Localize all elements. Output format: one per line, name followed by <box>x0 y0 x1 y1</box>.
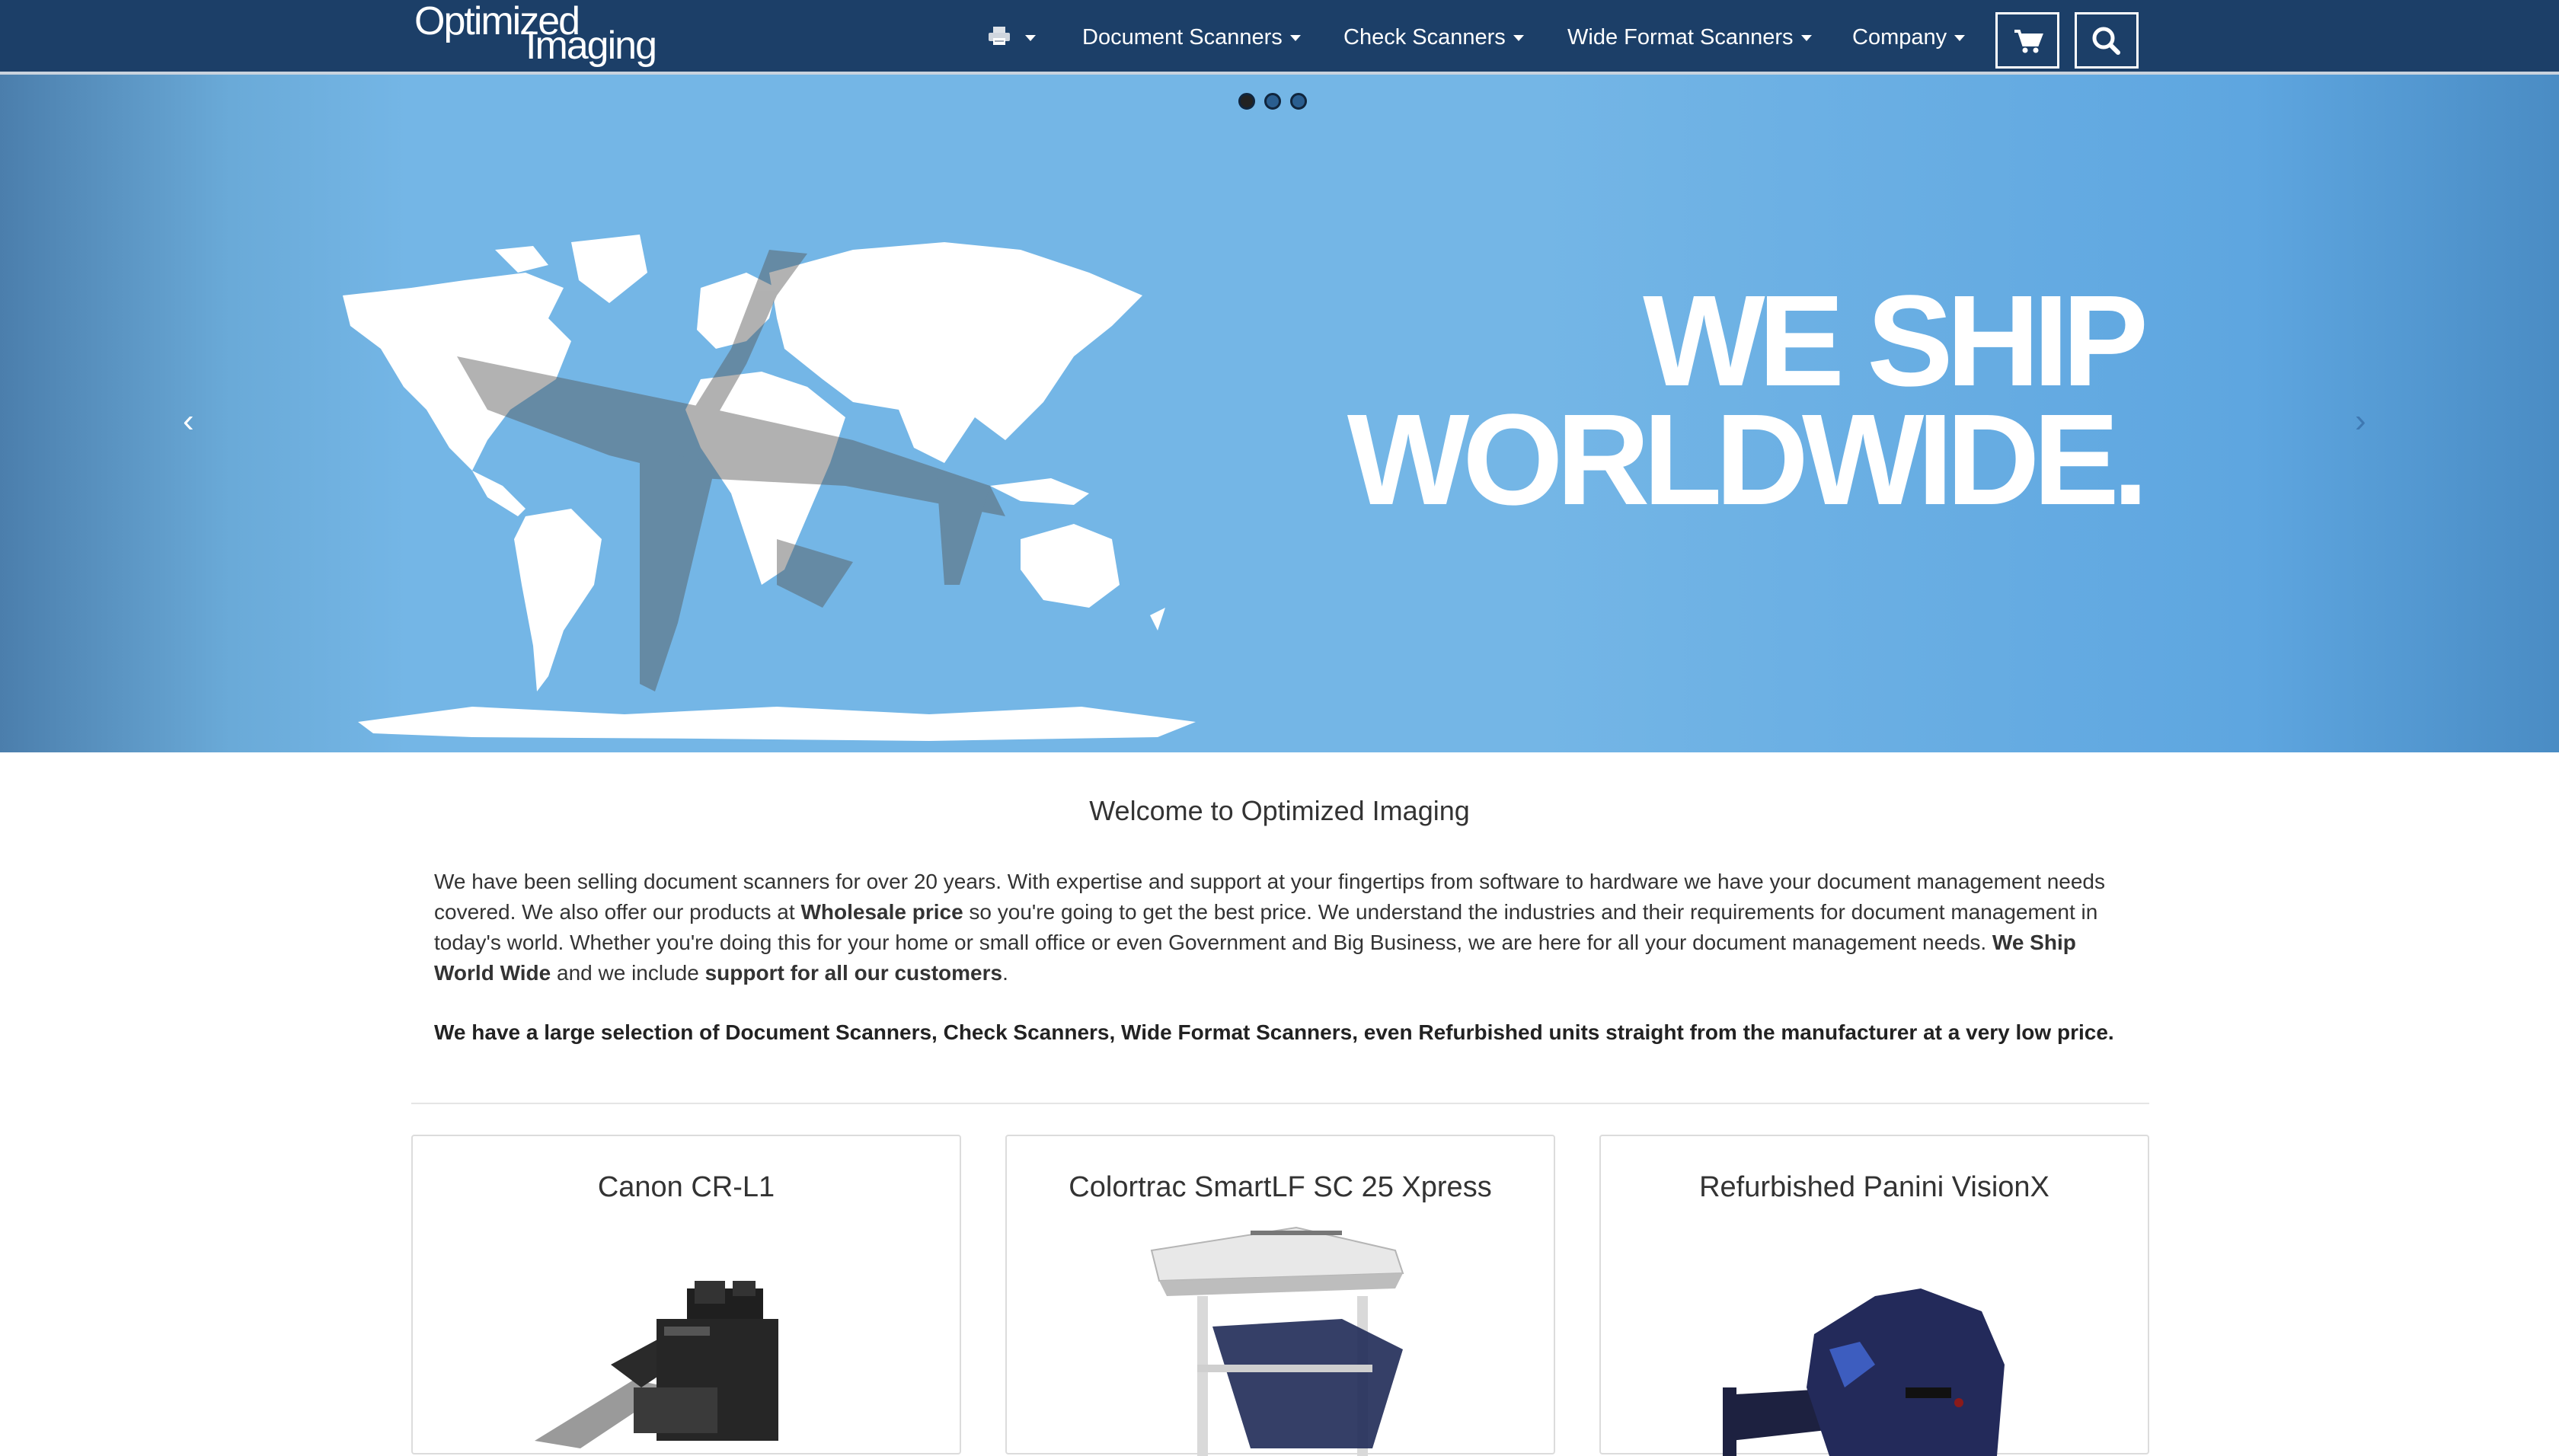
printer-menu[interactable] <box>987 0 1037 72</box>
nav-check-scanners[interactable]: Check Scanners <box>1343 0 1524 72</box>
search-icon <box>2092 27 2120 55</box>
selection-paragraph: We have a large selection of Document Sc… <box>434 1020 2114 1044</box>
nav-label: Wide Format Scanners <box>1567 25 1794 49</box>
hero-headline-line2: WORLDWIDE. <box>1347 388 2148 532</box>
product-image-panini-visionx[interactable] <box>1601 1136 2148 1456</box>
intro-text-bold: support for all our customers <box>704 961 1003 985</box>
top-navbar: Optimized Imaging Document Scanners Chec… <box>0 0 2559 75</box>
chevron-down-icon <box>1954 35 1966 42</box>
hero-carousel: ‹ › WE SHIP WORLDWIDE. <box>0 75 2559 752</box>
hero-headline: WE SHIP WORLDWIDE. <box>1347 269 2148 532</box>
chevron-down-icon <box>1289 35 1301 42</box>
site-logo[interactable]: Optimized Imaging <box>414 0 673 72</box>
cart-button[interactable] <box>1995 12 2059 69</box>
cart-icon <box>2014 30 2043 53</box>
carousel-dot-2[interactable] <box>1264 93 1281 110</box>
carousel-prev-arrow[interactable]: ‹ <box>183 402 194 440</box>
carousel-dot-1[interactable] <box>1238 93 1255 110</box>
hero-headline-line1: WE SHIP <box>1643 269 2148 413</box>
product-image-canon-cr-l1[interactable] <box>413 1136 960 1456</box>
chevron-down-icon <box>1025 35 1037 42</box>
section-divider <box>411 1103 2149 1104</box>
nav-label: Company <box>1852 25 1947 49</box>
chevron-down-icon <box>1800 35 1812 42</box>
intro-paragraph: We have been selling document scanners f… <box>434 867 2134 988</box>
carousel-next-arrow[interactable]: › <box>2355 402 2366 440</box>
world-map-image <box>343 235 1196 741</box>
nav-document-scanners[interactable]: Document Scanners <box>1082 0 1301 72</box>
product-card[interactable]: Colortrac SmartLF SC 25 Xpress <box>1005 1135 1555 1456</box>
welcome-heading: Welcome to Optimized Imaging <box>1089 795 1470 826</box>
product-card[interactable]: Canon CR-L1 <box>411 1135 961 1454</box>
product-image-colortrac-smartlf[interactable] <box>1007 1136 1554 1456</box>
product-card[interactable]: Refurbished Panini VisionX <box>1599 1135 2149 1456</box>
intro-text-bold: Wholesale price <box>800 900 963 924</box>
intro-text: . <box>1002 961 1008 985</box>
nav-label: Document Scanners <box>1082 25 1283 49</box>
chevron-down-icon <box>1513 35 1524 42</box>
printer-icon <box>989 27 1010 46</box>
nav-wide-format-scanners[interactable]: Wide Format Scanners <box>1567 0 1812 72</box>
search-button[interactable] <box>2075 12 2139 69</box>
logo-text-line2: Imaging <box>526 24 657 68</box>
nav-label: Check Scanners <box>1343 25 1506 49</box>
nav-company[interactable]: Company <box>1852 0 1966 72</box>
intro-text: and we include <box>551 961 705 985</box>
carousel-dot-3[interactable] <box>1290 93 1307 110</box>
